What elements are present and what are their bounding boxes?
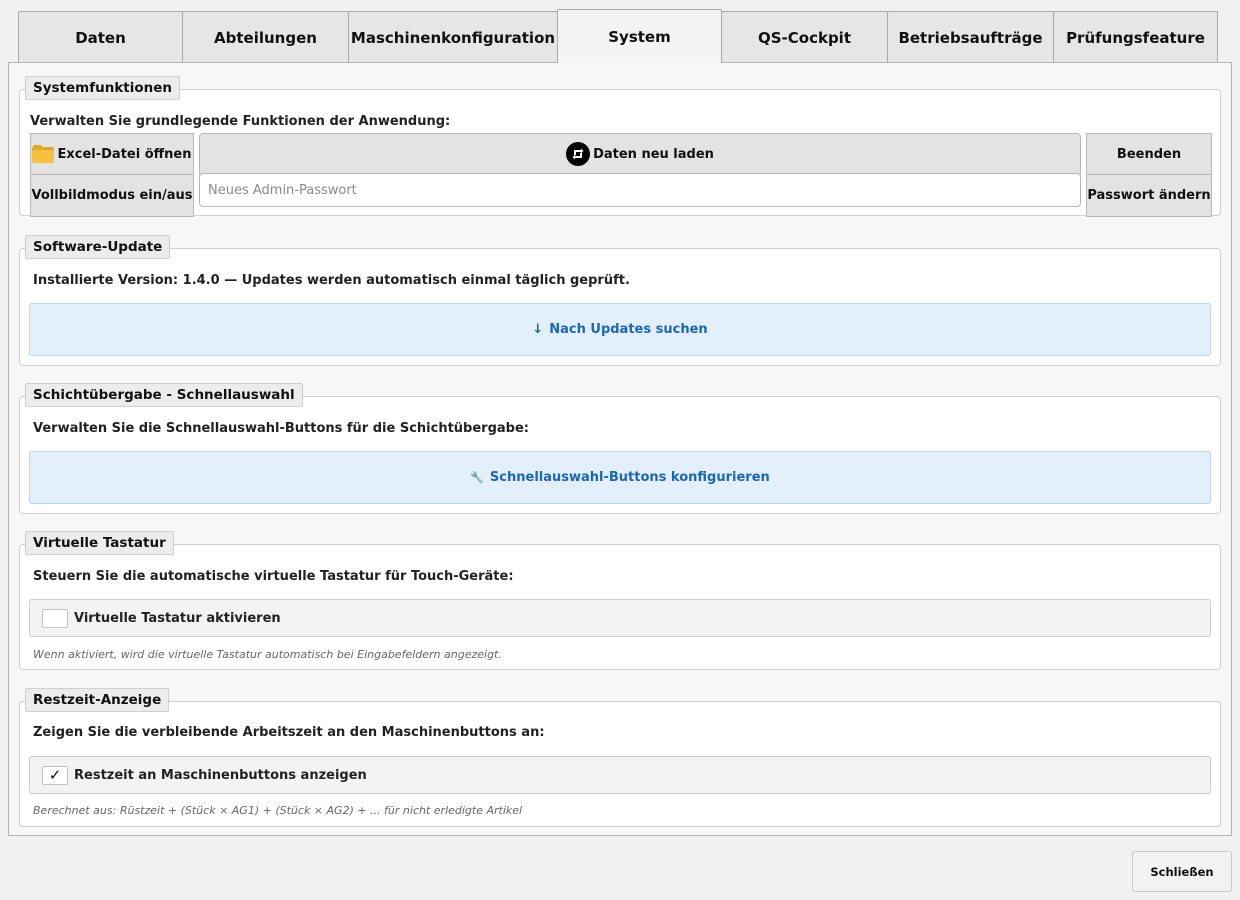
- tab-maschinenkonfiguration[interactable]: Maschinenkonfiguration: [348, 11, 558, 63]
- fullscreen-toggle-button[interactable]: Vollbildmodus ein/aus: [30, 174, 194, 217]
- tab-daten[interactable]: Daten: [18, 11, 183, 63]
- check-updates-label: Nach Updates suchen: [549, 322, 708, 337]
- virtual-keyboard-option[interactable]: Virtuelle Tastatur aktivieren: [29, 599, 1211, 637]
- shift-handover-title: Schichtübergabe - Schnellauswahl: [25, 383, 303, 407]
- tab-abteilungen[interactable]: Abteilungen: [182, 11, 349, 63]
- virtual-keyboard-checkbox[interactable]: [42, 608, 68, 628]
- tab-system[interactable]: System: [557, 9, 722, 63]
- open-excel-label: Excel-Datei öffnen: [57, 146, 192, 162]
- quit-button[interactable]: Beenden: [1086, 133, 1212, 175]
- wrench-icon: 🔧: [470, 471, 484, 484]
- download-arrow-icon: ↓: [532, 322, 544, 337]
- check-updates-button[interactable]: ↓ Nach Updates suchen: [29, 303, 1211, 356]
- remaining-time-hint: Berechnet aus: Rüstzeit + (Stück × AG1) …: [33, 804, 523, 817]
- shift-handover-description: Verwalten Sie die Schnellauswahl-Buttons…: [33, 421, 529, 436]
- software-update-group: Software-Update Installierte Version: 1.…: [19, 235, 1221, 366]
- admin-password-input[interactable]: [199, 173, 1081, 207]
- software-update-title: Software-Update: [25, 235, 171, 259]
- system-functions-group: Systemfunktionen Verwalten Sie grundlege…: [19, 76, 1221, 217]
- virtual-keyboard-description: Steuern Sie die automatische virtuelle T…: [33, 569, 514, 584]
- virtual-keyboard-title: Virtuelle Tastatur: [25, 531, 174, 555]
- virtual-keyboard-label: Virtuelle Tastatur aktivieren: [74, 610, 281, 626]
- reload-data-button[interactable]: Daten neu laden: [199, 133, 1081, 175]
- check-icon: ✓: [48, 765, 62, 784]
- reload-icon: [566, 142, 591, 166]
- virtual-keyboard-hint: Wenn aktiviert, wird die virtuelle Tasta…: [33, 648, 502, 661]
- folder-icon: [32, 145, 55, 163]
- change-password-button[interactable]: Passwort ändern: [1086, 174, 1212, 217]
- reload-data-label: Daten neu laden: [593, 146, 714, 162]
- remaining-time-description: Zeigen Sie die verbleibende Arbeitszeit …: [33, 725, 545, 740]
- configure-quickselect-label: Schnellauswahl-Buttons konfigurieren: [489, 470, 770, 485]
- remaining-time-label: Restzeit an Maschinenbuttons anzeigen: [74, 767, 367, 783]
- tab-qs-cockpit[interactable]: QS-Cockpit: [721, 11, 888, 63]
- system-panel: Systemfunktionen Verwalten Sie grundlege…: [8, 62, 1232, 836]
- system-functions-title: Systemfunktionen: [25, 76, 181, 100]
- open-excel-button[interactable]: Excel-Datei öffnen: [30, 133, 194, 175]
- system-functions-description: Verwalten Sie grundlegende Funktionen de…: [30, 114, 451, 129]
- remaining-time-title: Restzeit-Anzeige: [25, 688, 170, 712]
- tab-pruefungsfeature[interactable]: Prüfungsfeature: [1053, 11, 1218, 63]
- software-update-description: Installierte Version: 1.4.0 — Updates we…: [33, 273, 630, 288]
- remaining-time-group: Restzeit-Anzeige Zeigen Sie die verbleib…: [19, 688, 1221, 827]
- remaining-time-option[interactable]: ✓ Restzeit an Maschinenbuttons anzeigen: [29, 756, 1211, 794]
- tab-betriebsauftraege[interactable]: Betriebsaufträge: [887, 11, 1054, 63]
- virtual-keyboard-group: Virtuelle Tastatur Steuern Sie die autom…: [19, 531, 1221, 670]
- configure-quickselect-button[interactable]: 🔧 Schnellauswahl-Buttons konfigurieren: [29, 451, 1211, 504]
- shift-handover-group: Schichtübergabe - Schnellauswahl Verwalt…: [19, 383, 1221, 514]
- remaining-time-checkbox[interactable]: ✓: [42, 765, 68, 785]
- close-button[interactable]: Schließen: [1132, 851, 1232, 892]
- tab-bar: Daten Abteilungen Maschinenkonfiguration…: [18, 9, 1218, 63]
